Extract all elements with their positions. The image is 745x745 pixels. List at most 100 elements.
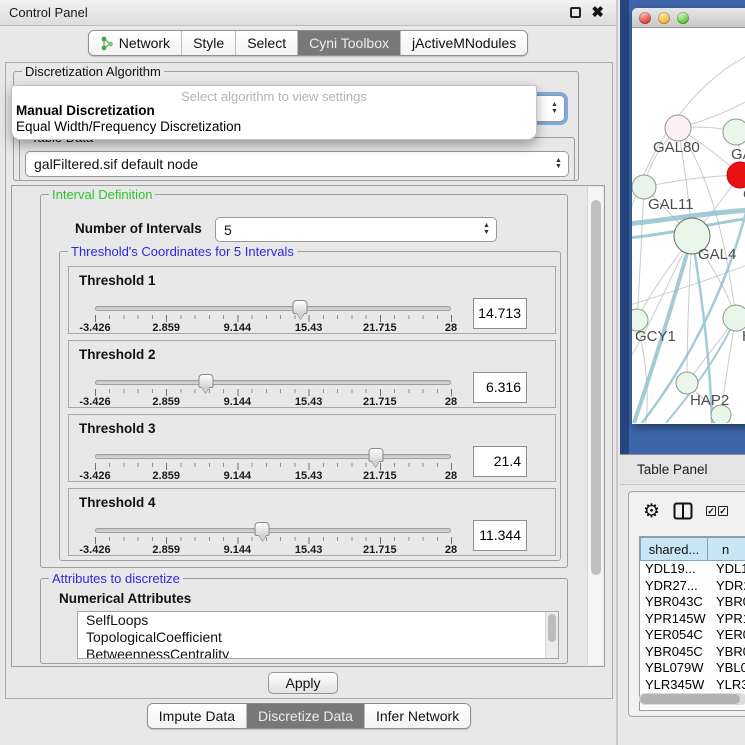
apply-button[interactable]: Apply: [268, 672, 338, 694]
table-panel-titlebar: Table Panel: [620, 454, 745, 485]
combo-stepper-icon: ▲▼: [548, 102, 564, 115]
numerical-attributes-list[interactable]: SelfLoops TopologicalCoefficient Between…: [77, 611, 559, 659]
table-panel-inner: ⚙ ✓ ✓ shared... n YDL19...YDL1 YDR27...Y…: [628, 491, 745, 717]
checkbox-checked-icon[interactable]: ✓: [718, 506, 728, 516]
label-gal4: GAL4: [698, 246, 736, 263]
threshold-2-slider-thumb[interactable]: [198, 374, 213, 388]
threshold-1-label: Threshold 1: [79, 273, 156, 288]
threshold-3-value-field[interactable]: 21.4: [473, 446, 527, 477]
threshold-1-slider-thumb[interactable]: [293, 300, 308, 314]
right-panel: GAL80 GA CY GAL11 GAL4 GCY1 HA HAP2 Tabl…: [620, 0, 745, 745]
settings-vertical-scrollbar[interactable]: [587, 187, 603, 665]
attributes-group-title: Attributes to discretize: [49, 571, 183, 586]
num-intervals-value: 5: [216, 222, 480, 238]
table-panel-toolbar: ⚙ ✓ ✓: [629, 492, 745, 530]
close-icon[interactable]: ✖: [591, 5, 604, 20]
threshold-2-slider[interactable]: [95, 380, 451, 385]
close-traffic-light-icon[interactable]: [639, 12, 651, 24]
float-window-icon[interactable]: [570, 7, 581, 18]
column-header-shared[interactable]: shared...: [640, 537, 708, 561]
thresholds-group-title: Threshold's Coordinates for 5 Intervals: [68, 244, 297, 259]
table-row[interactable]: YBR045CYBR0: [640, 644, 745, 661]
threshold-3-panel: Threshold 3 -3.426 2.859 9.144 15.43 21.…: [68, 414, 556, 482]
discretization-algorithm-title: Discretization Algorithm: [22, 64, 164, 79]
tab-infer-network[interactable]: Infer Network: [365, 704, 470, 728]
control-panel: Control Panel ✖ Network Style Select Cyn…: [0, 0, 618, 745]
threshold-1-scale: -3.426 2.859 9.144 15.43 21.715 28: [95, 322, 451, 334]
tab-impute-data[interactable]: Impute Data: [148, 704, 247, 728]
column-header-name[interactable]: n: [708, 537, 745, 561]
network-icon: [100, 36, 114, 51]
table-panel-body: ⚙ ✓ ✓ shared... n YDL19...YDL1 YDR27...Y…: [620, 486, 745, 745]
threshold-3-label: Threshold 3: [79, 421, 156, 436]
threshold-2-label: Threshold 2: [79, 347, 156, 362]
combo-stepper-icon: ▲▼: [552, 158, 568, 171]
label-gal80: GAL80: [653, 139, 700, 156]
threshold-1-panel: Threshold 1 -3.426 2.859 9.144 15.43 21.…: [68, 266, 556, 334]
threshold-4-slider-thumb[interactable]: [255, 522, 270, 536]
list-item[interactable]: BetweennessCentrality: [78, 646, 558, 659]
threshold-2-panel: Threshold 2 -3.426 2.859 9.144 15.43 21.…: [68, 340, 556, 408]
settings-scroll-panel: Interval Definition Number of Intervals …: [11, 185, 605, 667]
table-row[interactable]: YDR27...YDR2: [640, 578, 745, 595]
popup-item-manual-discretization[interactable]: Manual Discretization: [12, 103, 536, 119]
tab-discretize-data[interactable]: Discretize Data: [247, 704, 365, 728]
settings-scrollbar-thumb[interactable]: [591, 200, 601, 575]
table-data-combo[interactable]: galFiltered.sif default node ▲▼: [25, 151, 569, 177]
node-top-right[interactable]: [723, 119, 745, 145]
node-hap2[interactable]: [676, 372, 698, 394]
label-gcy1: GCY1: [635, 328, 676, 345]
threshold-4-value-field[interactable]: 11.344: [473, 520, 527, 551]
table-row[interactable]: YER054CYER0: [640, 627, 745, 644]
attributes-list-scrollbar[interactable]: [545, 612, 558, 658]
list-item[interactable]: SelfLoops: [78, 612, 558, 629]
algorithm-dropdown-popup: Select algorithm to view settings Manual…: [11, 85, 537, 140]
threshold-1-value-field[interactable]: 14.713: [473, 298, 527, 329]
threshold-4-panel: Threshold 4 -3.426 2.859 9.144 15.43 21.…: [68, 488, 556, 556]
threshold-2-value-field[interactable]: 6.316: [473, 372, 527, 403]
node-gal80[interactable]: [665, 115, 691, 141]
threshold-4-label: Threshold 4: [79, 495, 156, 510]
combo-stepper-icon: ▲▼: [480, 223, 496, 236]
tab-network-label: Network: [119, 35, 170, 51]
network-window-titlebar: [632, 8, 745, 28]
popup-item-equal-width[interactable]: Equal Width/Frequency Discretization: [12, 119, 536, 135]
threshold-3-slider-thumb[interactable]: [368, 448, 383, 462]
zoom-traffic-light-icon[interactable]: [677, 12, 689, 24]
table-header-row: shared... n: [640, 537, 745, 561]
node-attribute-table: shared... n YDL19...YDL1 YDR27...YDR2 YB…: [639, 536, 745, 711]
tab-cyni-toolbox[interactable]: Cyni Toolbox: [298, 31, 401, 55]
tab-jactivemnodules[interactable]: jActiveMNodules: [401, 31, 527, 55]
table-row[interactable]: YBL079WYBL0: [640, 660, 745, 677]
network-view-window[interactable]: GAL80 GA CY GAL11 GAL4 GCY1 HA HAP2: [632, 8, 745, 424]
table-panel-title: Table Panel: [620, 462, 708, 477]
tab-style[interactable]: Style: [182, 31, 236, 55]
table-horizontal-scrollbar[interactable]: [639, 693, 745, 705]
tab-network[interactable]: Network: [89, 31, 182, 55]
table-row[interactable]: YPR145WYPR1: [640, 611, 745, 628]
list-item[interactable]: TopologicalCoefficient: [78, 629, 558, 646]
network-canvas[interactable]: GAL80 GA CY GAL11 GAL4 GCY1 HA HAP2: [632, 28, 745, 423]
panel-title: Control Panel: [0, 5, 88, 20]
minimize-traffic-light-icon[interactable]: [658, 12, 670, 24]
label-cut-g: GA: [731, 146, 745, 163]
tab-select[interactable]: Select: [236, 31, 298, 55]
algorithm-prompt: Select algorithm to view settings: [12, 86, 536, 103]
numerical-attributes-label: Numerical Attributes: [59, 591, 191, 606]
split-columns-icon[interactable]: [673, 502, 693, 520]
threshold-1-slider[interactable]: [95, 306, 451, 311]
num-intervals-label: Number of Intervals: [75, 221, 202, 236]
gear-icon[interactable]: ⚙: [643, 502, 660, 521]
label-gal11: GAL11: [648, 196, 694, 213]
threshold-3-slider[interactable]: [95, 454, 451, 459]
interval-definition-title: Interval Definition: [49, 187, 155, 202]
table-row[interactable]: YDL19...YDL1: [640, 561, 745, 578]
checkbox-checked-icon[interactable]: ✓: [706, 506, 716, 516]
threshold-4-scale: -3.426 2.859 9.144 15.43 21.715 28: [95, 544, 451, 556]
table-row[interactable]: YBR043CYBR0: [640, 594, 745, 611]
table-row[interactable]: YLR345WYLR3: [640, 677, 745, 694]
threshold-4-slider[interactable]: [95, 528, 451, 533]
num-intervals-combo[interactable]: 5 ▲▼: [215, 217, 497, 242]
table-data-combo-value: galFiltered.sif default node: [26, 156, 552, 172]
label-hap2: HAP2: [690, 392, 729, 409]
